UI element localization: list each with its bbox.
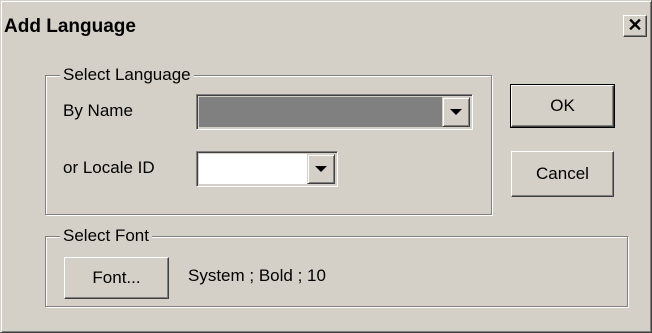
chevron-down-icon[interactable]	[307, 154, 335, 184]
cancel-button[interactable]: Cancel	[511, 151, 614, 197]
add-language-dialog: Add Language ✕ Select Language By Name o…	[0, 0, 652, 333]
select-language-legend: Select Language	[60, 64, 194, 86]
ok-button[interactable]: OK	[510, 84, 615, 128]
close-button[interactable]: ✕	[623, 15, 647, 37]
locale-id-label: or Locale ID	[63, 158, 155, 177]
close-icon: ✕	[627, 15, 643, 35]
language-name-field	[199, 97, 442, 127]
font-value: System ; Bold ; 10	[188, 266, 326, 285]
font-button[interactable]: Font...	[64, 257, 169, 299]
select-font-legend: Select Font	[60, 225, 152, 247]
by-name-label: By Name	[63, 101, 133, 120]
locale-id-combo[interactable]	[196, 151, 338, 187]
language-name-combo[interactable]	[196, 94, 473, 130]
chevron-down-icon[interactable]	[442, 97, 470, 127]
title-bar[interactable]: Add Language ✕	[4, 9, 647, 44]
locale-id-field	[199, 154, 307, 184]
window-title: Add Language	[4, 16, 136, 37]
